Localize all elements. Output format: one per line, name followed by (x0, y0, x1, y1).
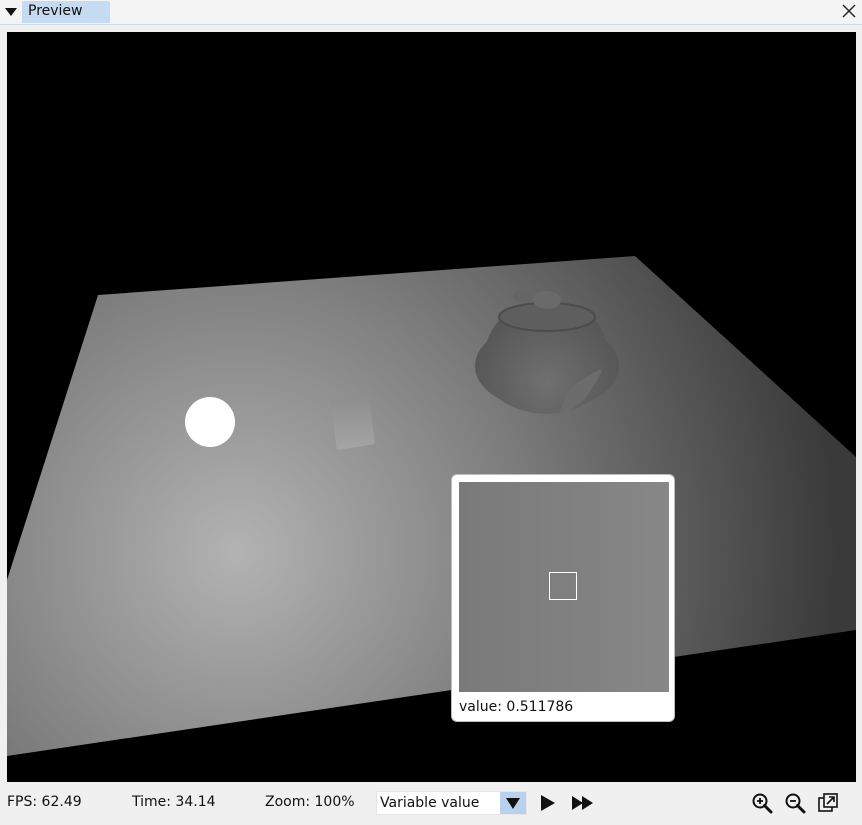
tab-preview[interactable]: Preview (22, 1, 110, 23)
pixel-inspector-popup: value: 0.511786 (451, 474, 675, 722)
cube-shape (330, 396, 375, 450)
floor-plane (7, 256, 856, 756)
pixel-value-label: value: 0.511786 (459, 699, 574, 715)
dropdown-button[interactable] (500, 792, 526, 814)
magnified-view (459, 482, 669, 692)
zoom-label: Zoom: 100% (265, 794, 355, 810)
title-bar: Preview (0, 0, 862, 25)
menu-triangle-icon[interactable] (3, 4, 19, 20)
view-mode-select[interactable]: Variable value (376, 791, 527, 815)
zoom-out-icon[interactable] (784, 792, 806, 814)
sphere-shape (185, 397, 235, 447)
pixel-cursor (549, 572, 577, 600)
render-viewport[interactable] (7, 32, 856, 782)
fps-label: FPS: 62.49 (7, 794, 82, 810)
tab-label: Preview (28, 3, 83, 19)
depth-render (7, 256, 856, 756)
close-icon[interactable] (840, 2, 858, 20)
fast-forward-icon[interactable] (570, 792, 596, 814)
zoom-in-icon[interactable] (751, 792, 773, 814)
view-mode-value: Variable value (380, 795, 480, 811)
time-label: Time: 34.14 (132, 794, 216, 810)
status-bar: FPS: 62.49 Time: 34.14 Zoom: 100% Variab… (0, 786, 862, 825)
popout-icon[interactable] (817, 792, 839, 814)
chevron-down-icon (506, 798, 520, 809)
play-icon[interactable] (537, 792, 559, 814)
